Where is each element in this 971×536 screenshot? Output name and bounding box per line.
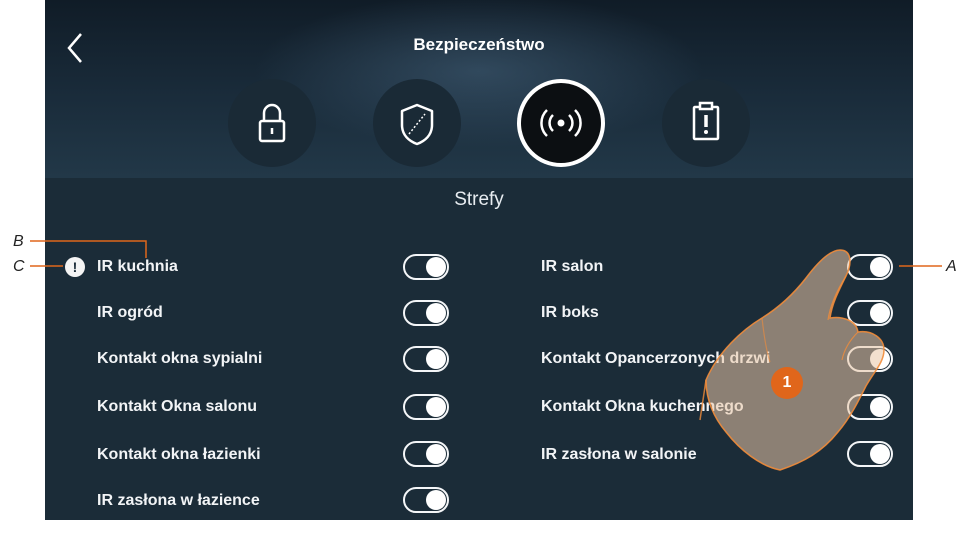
tab-alerts[interactable] — [662, 79, 750, 167]
zone-label: Kontakt Okna salonu — [97, 398, 258, 415]
tab-shield[interactable] — [373, 79, 461, 167]
toggle-knob — [870, 303, 890, 323]
zone-label: IR kuchnia — [97, 258, 178, 275]
zone-label: IR salon — [541, 258, 604, 275]
zone-label: Kontakt Opancerzonych drzwi — [541, 350, 771, 367]
zone-toggle[interactable] — [403, 394, 449, 420]
toggle-knob — [870, 257, 890, 277]
zone-toggle[interactable] — [403, 441, 449, 467]
toggle-knob — [870, 397, 890, 417]
toggle-knob — [426, 257, 446, 277]
zone-label: Kontakt Okna kuchennego — [541, 398, 744, 415]
zone-label: IR ogród — [97, 304, 163, 321]
zone-toggle[interactable] — [403, 346, 449, 372]
toggle-knob — [870, 444, 890, 464]
zone-toggle[interactable] — [847, 441, 893, 467]
tab-lock[interactable] — [228, 79, 316, 167]
zone-toggle[interactable] — [847, 346, 893, 372]
warning-icon: ! — [65, 257, 85, 277]
zone-label: IR zasłona w łazience — [97, 492, 260, 509]
toggle-knob — [870, 349, 890, 369]
toggle-knob — [426, 303, 446, 323]
zones-icon — [540, 109, 582, 137]
zone-toggle[interactable] — [847, 254, 893, 280]
callout-a: A — [946, 258, 957, 275]
toggle-knob — [426, 490, 446, 510]
zone-label: IR boks — [541, 304, 599, 321]
zone-toggle[interactable] — [847, 300, 893, 326]
zones-panel — [45, 178, 913, 520]
tab-zones[interactable] — [517, 79, 605, 167]
header — [45, 0, 913, 178]
zone-label: IR zasłona w salonie — [541, 446, 697, 463]
zone-label: Kontakt okna sypialni — [97, 350, 263, 367]
alert-clipboard-icon — [692, 101, 720, 141]
zone-label: Kontakt okna łazienki — [97, 446, 261, 463]
callout-b: B — [13, 233, 24, 250]
step-badge: 1 — [771, 367, 803, 399]
shield-icon — [400, 103, 434, 146]
section-title: Strefy — [454, 189, 504, 210]
zone-toggle[interactable] — [403, 300, 449, 326]
page-title: Bezpieczeństwo — [413, 35, 545, 54]
toggle-knob — [426, 349, 446, 369]
callout-c: C — [13, 258, 25, 275]
toggle-knob — [426, 397, 446, 417]
zone-toggle[interactable] — [403, 254, 449, 280]
lock-icon — [258, 103, 286, 143]
security-screen: Bezpieczeństwo Strefy IR kuchnia IR ogró… — [45, 0, 913, 520]
zone-toggle[interactable] — [403, 487, 449, 513]
toggle-knob — [426, 444, 446, 464]
zone-toggle[interactable] — [847, 394, 893, 420]
